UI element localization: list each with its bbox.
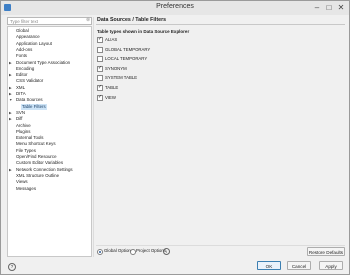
help-icon[interactable]: ? <box>8 263 16 271</box>
checkbox[interactable] <box>97 75 103 82</box>
tree-item-messages[interactable]: Messages <box>8 186 91 192</box>
restore-defaults-button[interactable]: Restore Defaults <box>307 247 345 256</box>
close-icon[interactable]: ✕ <box>335 2 347 13</box>
checkbox-label[interactable]: LOCAL TEMPORARY <box>105 55 147 62</box>
checkbox[interactable] <box>97 84 103 91</box>
global-options-label[interactable]: Global Options <box>104 248 133 254</box>
pane-divider[interactable] <box>93 17 94 257</box>
maximize-icon[interactable]: □ <box>323 2 335 13</box>
minimize-icon[interactable]: – <box>311 2 323 13</box>
checkbox-label[interactable]: GLOBAL TEMPORARY <box>105 46 150 53</box>
window-title: Preferences <box>156 3 194 10</box>
checkbox-label[interactable]: VIEW <box>105 94 116 101</box>
project-options-label[interactable]: Project Options <box>136 248 166 254</box>
checkbox-label[interactable]: SYSTEM TABLE <box>105 74 137 81</box>
apply-button[interactable]: Apply <box>319 261 343 270</box>
page-title-separator <box>96 24 345 25</box>
checkbox-label[interactable]: TABLE <box>105 84 118 91</box>
checkbox-label[interactable]: ALIAS <box>105 36 117 43</box>
checkbox[interactable] <box>97 65 103 72</box>
cancel-button[interactable]: Cancel <box>287 261 311 270</box>
tree-item-label: Messages <box>16 185 37 191</box>
info-icon[interactable]: i <box>163 248 170 255</box>
preferences-tree[interactable]: Global Appearance Application Layout Add-on… <box>7 26 92 257</box>
checkbox[interactable] <box>97 46 103 53</box>
page-title: Data Sources / Table Filters <box>97 17 167 23</box>
global-options-radio[interactable] <box>97 249 103 255</box>
filter-input[interactable]: Type filter text <box>7 17 92 25</box>
title-bar[interactable]: Preferences – □ ✕ <box>1 1 349 15</box>
ok-button[interactable]: OK <box>257 261 281 270</box>
checkbox[interactable] <box>97 94 103 101</box>
checkbox-label[interactable]: SYNONYM <box>105 65 127 72</box>
group-title: Table types shown in Data Source Explore… <box>97 29 190 34</box>
clear-filter-icon[interactable]: ⊗ <box>86 18 91 23</box>
preferences-dialog: Preferences – □ ✕ Type filter text ⊗ Glo… <box>0 0 350 275</box>
checkbox[interactable] <box>97 36 103 43</box>
footer-separator <box>96 245 345 246</box>
checkbox[interactable] <box>97 56 103 63</box>
